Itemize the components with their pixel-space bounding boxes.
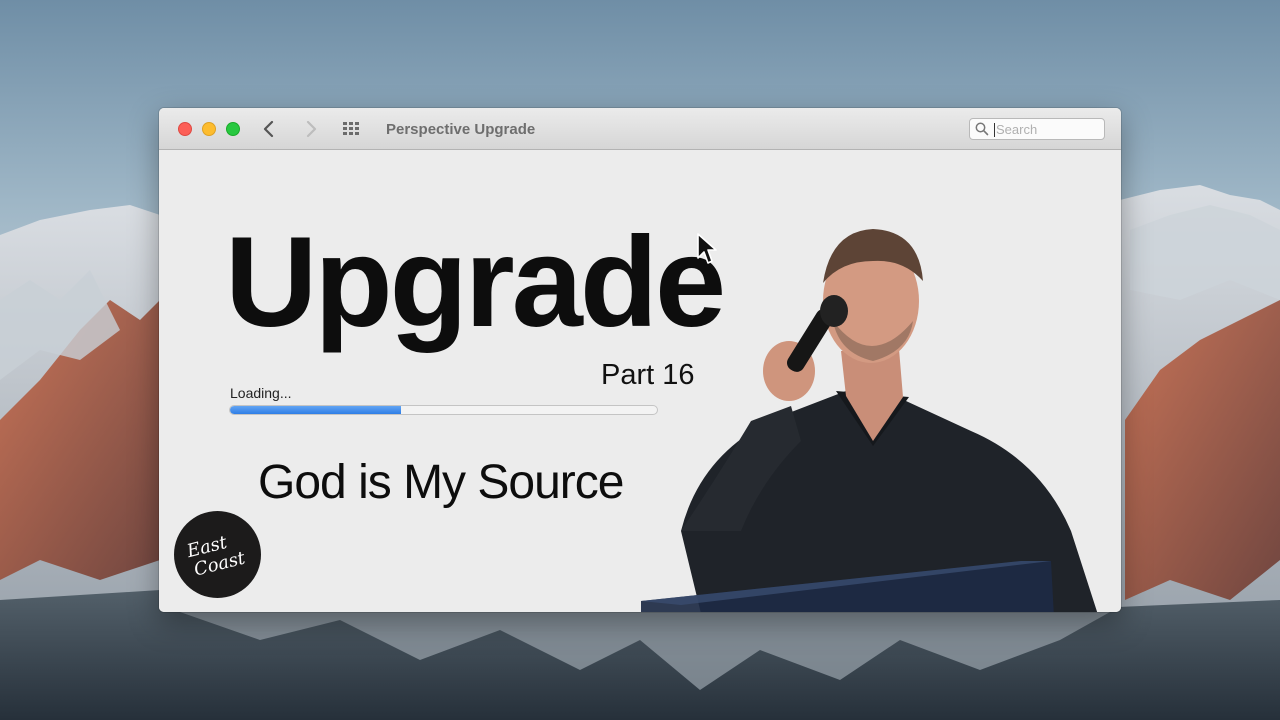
loading-label: Loading...: [230, 385, 292, 401]
title-bar[interactable]: Perspective Upgrade: [159, 108, 1121, 150]
east-coast-logo: East Coast: [174, 511, 261, 598]
window-title: Perspective Upgrade: [386, 121, 536, 138]
maximize-window-button[interactable]: [226, 122, 240, 136]
search-input[interactable]: [996, 120, 1100, 139]
search-field[interactable]: [969, 118, 1105, 140]
progress-fill: [230, 406, 401, 414]
chevron-right-icon: [306, 120, 317, 138]
grid-view-button[interactable]: [342, 121, 364, 137]
sermon-title: God is My Source: [258, 456, 624, 509]
app-window: Perspective Upgrade Upgrade Part 16 Load…: [159, 108, 1121, 612]
minimize-window-button[interactable]: [202, 122, 216, 136]
back-button[interactable]: [258, 118, 280, 140]
grid-icon: [343, 122, 359, 135]
forward-button[interactable]: [300, 118, 322, 140]
speaker-photo: [641, 201, 1121, 612]
search-icon: [975, 122, 989, 136]
chevron-left-icon: [263, 120, 274, 138]
loading-progress-bar: [229, 405, 658, 415]
text-caret: [994, 123, 995, 137]
close-window-button[interactable]: [178, 122, 192, 136]
slide-content: Upgrade Part 16 Loading... God is My Sou…: [159, 151, 1121, 612]
